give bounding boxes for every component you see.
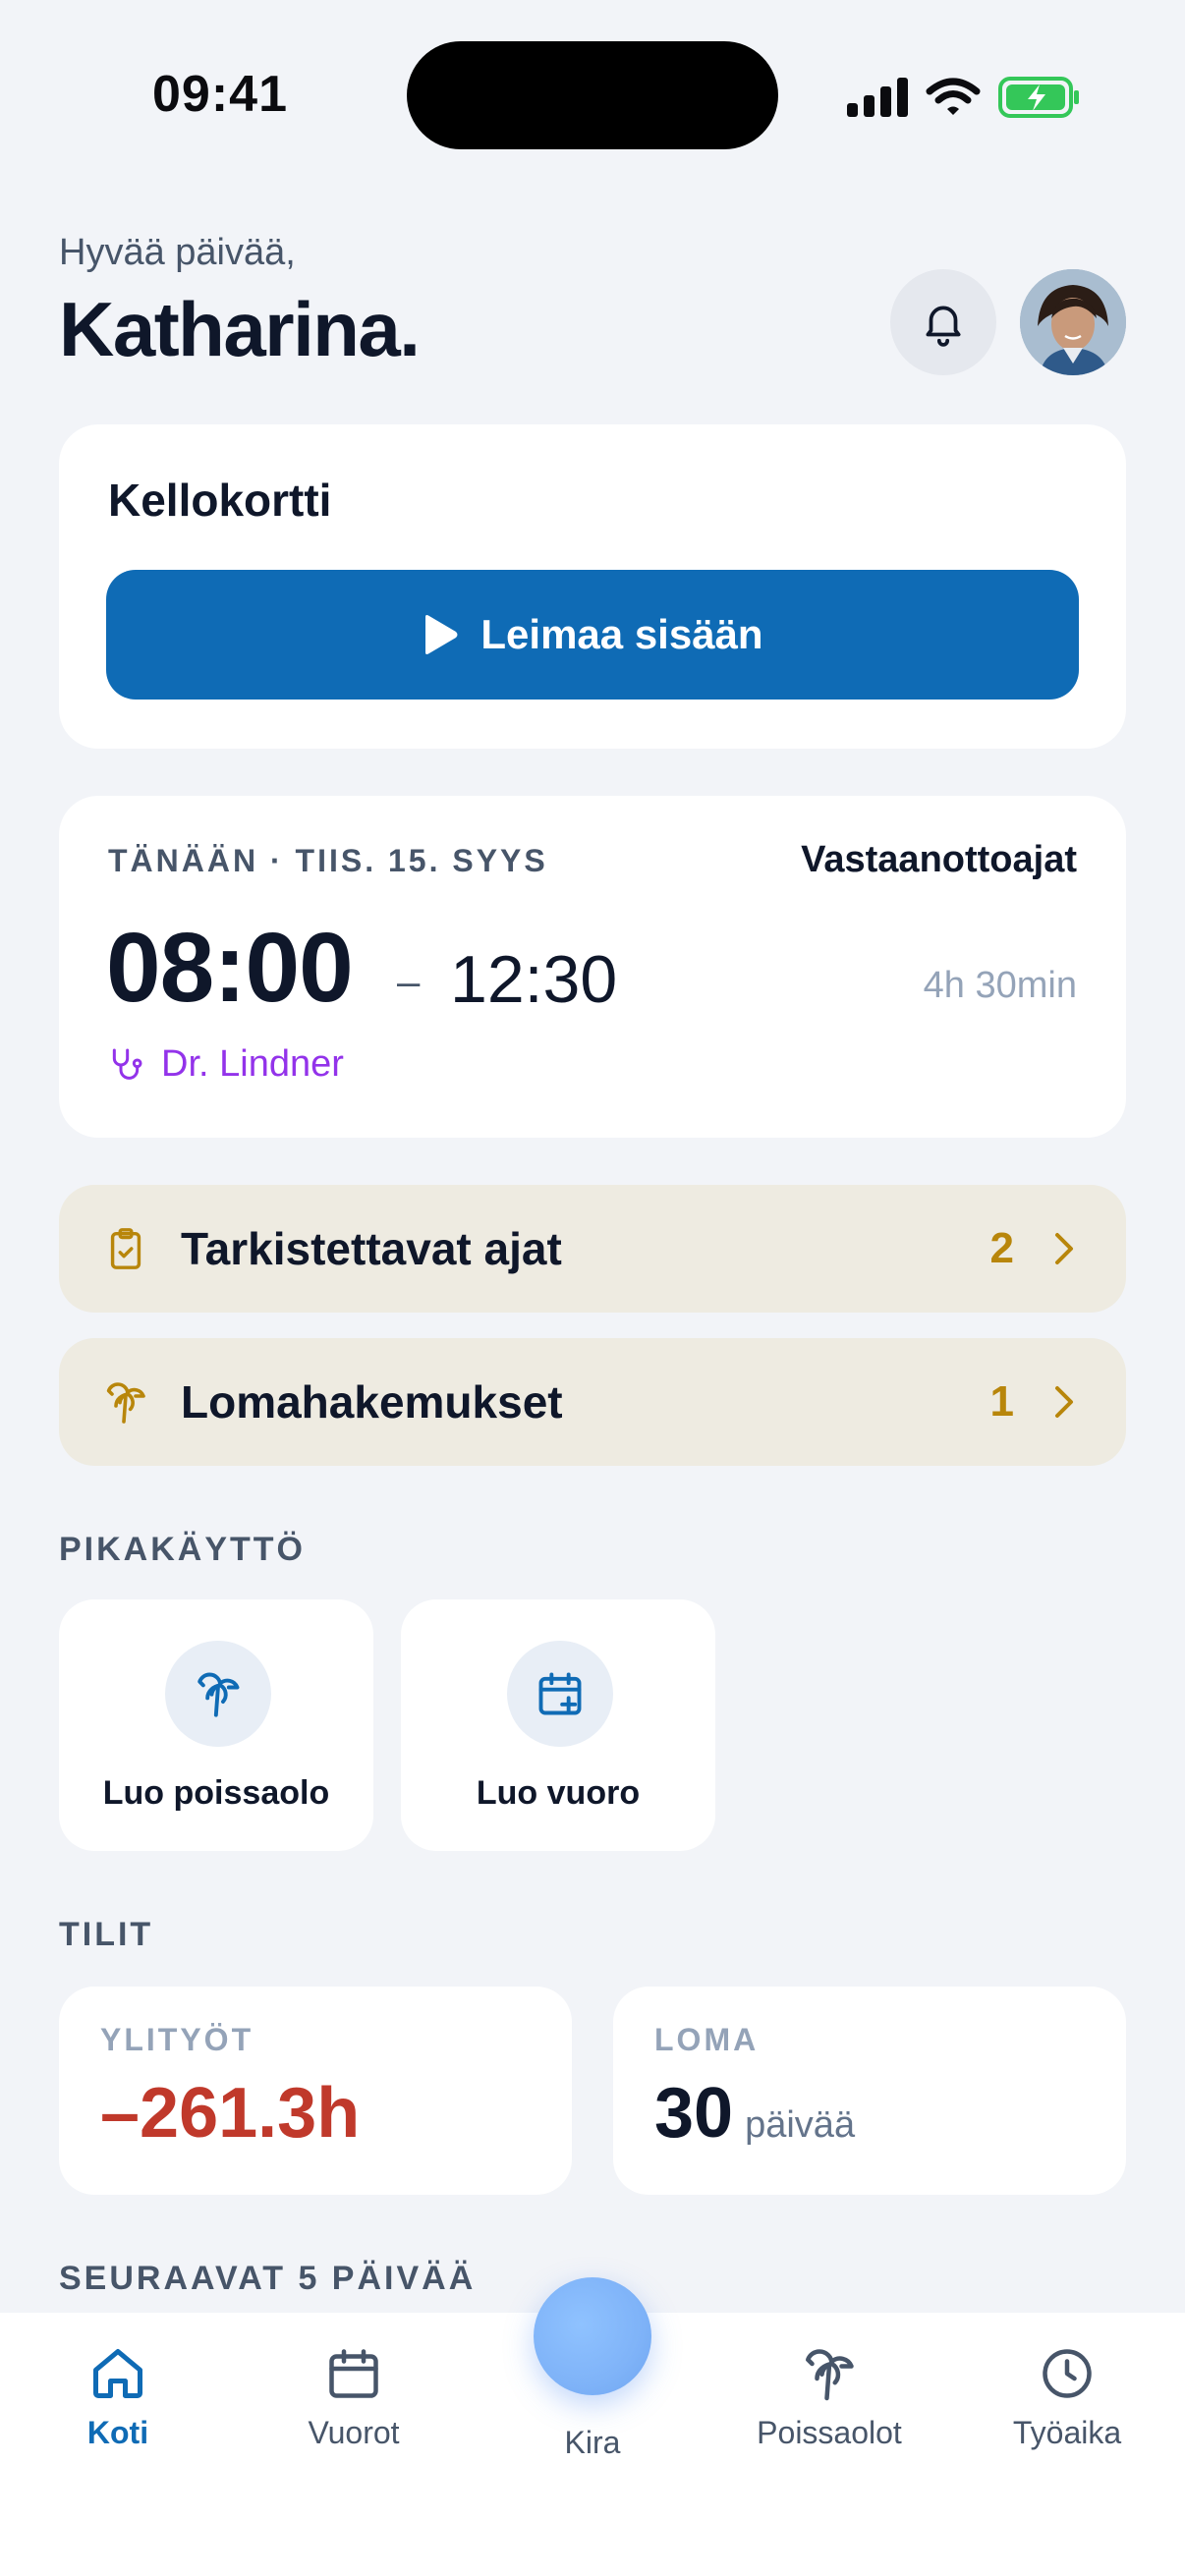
- vacation-requests-row[interactable]: Lomahakemukset 1: [59, 1338, 1126, 1466]
- status-time: 09:41: [152, 66, 288, 123]
- vacation-unit: päivää: [745, 2104, 856, 2146]
- doctor-name: Dr. Lindner: [161, 1043, 344, 1085]
- nav-home-label: Koti: [86, 2415, 149, 2450]
- shift-time-separator: –: [397, 958, 421, 1004]
- avatar-image: [1020, 269, 1126, 375]
- chevron-right-icon: [1055, 1386, 1073, 1418]
- review-times-row[interactable]: Tarkistettavat ajat 2: [59, 1185, 1126, 1313]
- nav-kira-label: Kira: [564, 2425, 621, 2460]
- signal-icon: [847, 78, 908, 117]
- review-times-label: Tarkistettavat ajat: [181, 1223, 562, 1274]
- vacation-account-card[interactable]: LOMA 30 päivää: [613, 1987, 1126, 2195]
- shift-start-time: 08:00: [106, 913, 354, 1023]
- bell-icon: [926, 306, 961, 347]
- clock-card-title: Kellokortti: [108, 475, 332, 526]
- shift-duration: 4h 30min: [923, 965, 1077, 1006]
- palm-tree-icon: [798, 2342, 861, 2405]
- dynamic-island: [407, 41, 778, 149]
- nav-shifts[interactable]: Vuorot: [255, 2342, 452, 2451]
- vacation-requests-label: Lomahakemukset: [181, 1376, 563, 1428]
- play-icon: [425, 615, 458, 654]
- shift-end-time: 12:30: [450, 942, 618, 1017]
- greeting: Hyvää päivää,: [59, 232, 296, 273]
- nav-absences-label: Poissaolot: [757, 2415, 902, 2450]
- create-shift-tile[interactable]: Luo vuoro: [401, 1599, 715, 1851]
- nav-home[interactable]: Koti: [20, 2342, 216, 2451]
- create-shift-label: Luo vuoro: [476, 1774, 641, 1812]
- create-absence-tile[interactable]: Luo poissaolo: [59, 1599, 373, 1851]
- vacation-requests-count: 1: [989, 1377, 1014, 1426]
- accounts-title: TILIT: [59, 1916, 154, 1953]
- chevron-right-icon: [1055, 1233, 1073, 1264]
- upcoming-days-title: SEURAAVAT 5 PÄIVÄÄ: [59, 2260, 477, 2297]
- palm-tree-icon: [102, 1378, 149, 1426]
- nav-worktime[interactable]: Työaika: [969, 2342, 1165, 2451]
- vacation-label: LOMA: [654, 2022, 760, 2057]
- overtime-value: –261.3h: [100, 2074, 361, 2153]
- vacation-balance: 30 päivää: [654, 2073, 855, 2154]
- status-icons: [847, 73, 1083, 122]
- stethoscope-icon: [112, 1048, 142, 1080]
- vacation-value: 30: [654, 2074, 734, 2153]
- shift-doctor: Dr. Lindner: [106, 1043, 344, 1086]
- palm-tree-icon: [165, 1641, 271, 1747]
- clipboard-check-icon: [102, 1225, 149, 1272]
- calendar-plus-icon: [507, 1641, 613, 1747]
- clock-in-label: Leimaa sisään: [480, 611, 763, 657]
- battery-charging-icon: [998, 77, 1079, 118]
- calendar-icon: [322, 2342, 385, 2405]
- clock-card: Kellokortti Leimaa sisään: [59, 424, 1126, 749]
- nav-absences[interactable]: Poissaolot: [731, 2342, 928, 2451]
- review-times-count: 2: [989, 1224, 1014, 1272]
- clock-in-button[interactable]: Leimaa sisään: [106, 570, 1079, 700]
- notifications-button[interactable]: [890, 269, 996, 375]
- shift-date: TÄNÄÄN · TIIS. 15. SYYS: [108, 843, 548, 878]
- nav-shifts-label: Vuorot: [308, 2415, 400, 2450]
- overtime-account-card[interactable]: YLITYÖT –261.3h: [59, 1987, 572, 2195]
- clock-icon: [1036, 2342, 1099, 2405]
- wifi-icon: [926, 78, 981, 115]
- quick-access-title: PIKAKÄYTTÖ: [59, 1531, 306, 1568]
- overtime-label: YLITYÖT: [100, 2022, 254, 2057]
- user-name: Katharina.: [59, 286, 421, 372]
- shift-type: Vastaanottoajat: [801, 839, 1077, 880]
- kira-assistant-button[interactable]: [534, 2277, 651, 2395]
- create-absence-label: Luo poissaolo: [102, 1774, 330, 1812]
- today-shift-card[interactable]: TÄNÄÄN · TIIS. 15. SYYS Vastaanottoajat …: [59, 796, 1126, 1138]
- avatar[interactable]: [1020, 269, 1126, 375]
- home-icon: [86, 2342, 149, 2405]
- nav-worktime-label: Työaika: [1012, 2415, 1122, 2450]
